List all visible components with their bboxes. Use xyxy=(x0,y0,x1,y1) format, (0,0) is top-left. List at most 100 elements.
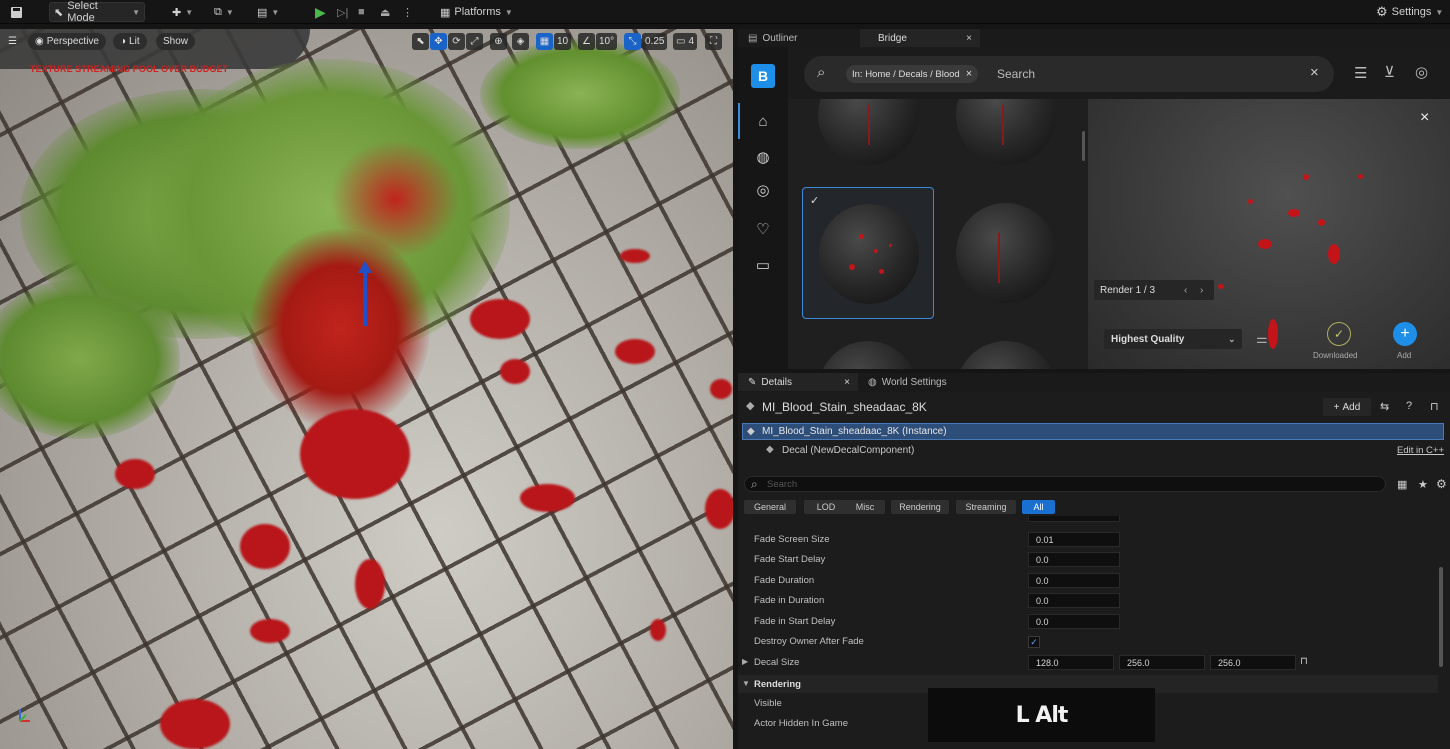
fade-screen-size-field[interactable]: 0.01 xyxy=(1028,532,1120,547)
clear-search-icon[interactable]: × xyxy=(1310,64,1319,81)
lock-icon[interactable]: ⊓ xyxy=(1430,400,1439,413)
fade-in-duration-field[interactable]: 0.0 xyxy=(1028,593,1120,608)
partial-property-field[interactable] xyxy=(1028,516,1120,522)
scale-tool-button[interactable]: ⤢ xyxy=(466,33,483,50)
add-component-button[interactable]: + Add xyxy=(1323,398,1371,416)
quality-dropdown[interactable]: Highest Quality ⌄ xyxy=(1104,329,1242,349)
destroy-owner-checkbox[interactable]: ✓ xyxy=(1028,636,1040,648)
level-viewport[interactable]: ☰ ◉ Perspective ◑ Lit Show ⬉ ✥ ⟳ ⤢ ⊕ ◈ ▦… xyxy=(0,29,733,749)
filter-lod[interactable]: LOD xyxy=(804,500,848,514)
filter-icon[interactable]: ☰ xyxy=(1354,64,1367,82)
lit-icon: ◑ xyxy=(120,36,127,47)
gear-icon[interactable]: ⚙ xyxy=(1436,477,1447,491)
grid-snap-value[interactable]: 10 xyxy=(554,33,572,50)
play-options-button[interactable]: ⋮ xyxy=(398,2,417,22)
transform-gizmo[interactable] xyxy=(363,264,367,326)
chevron-right-icon[interactable]: › xyxy=(1200,285,1203,296)
perspective-label: Perspective xyxy=(46,36,99,47)
fade-in-start-delay-field[interactable]: 0.0 xyxy=(1028,614,1120,629)
close-icon[interactable]: × xyxy=(966,68,972,80)
asset-tile[interactable] xyxy=(940,187,1072,319)
asset-tile[interactable] xyxy=(802,99,934,181)
sidebar-item-browse[interactable]: ◍ xyxy=(753,147,773,167)
viewport-menu-button[interactable]: ☰ xyxy=(4,33,21,50)
filter-misc[interactable]: Misc xyxy=(845,500,885,514)
asset-tile[interactable] xyxy=(802,325,934,369)
close-icon[interactable]: × xyxy=(966,33,972,44)
details-scrollbar[interactable] xyxy=(1439,567,1443,667)
fade-duration-field[interactable]: 0.0 xyxy=(1028,573,1120,588)
decal-size-x-field[interactable]: 128.0 xyxy=(1028,655,1114,670)
close-icon[interactable]: × xyxy=(844,377,850,388)
lit-button[interactable]: ◑ Lit xyxy=(113,33,147,50)
rotation-snap-toggle[interactable]: ∠ xyxy=(578,33,595,50)
component-row[interactable]: ◆ Decal (NewDecalComponent) Edit in C++ xyxy=(742,443,1444,459)
blueprint-convert-icon[interactable]: ⇆ xyxy=(1380,400,1389,413)
surface-snap-button[interactable]: ◈ xyxy=(512,33,529,50)
star-icon[interactable]: ★ xyxy=(1418,478,1428,491)
tab-bridge-label: Bridge xyxy=(878,32,907,44)
asset-tile[interactable] xyxy=(940,325,1072,369)
sidebar-item-account[interactable]: ◎ xyxy=(753,180,773,200)
select-mode-dropdown[interactable]: ⬉ Select Mode ▼ xyxy=(49,0,145,24)
play-button[interactable]: ▶ xyxy=(311,2,330,22)
sidebar-item-local[interactable]: ▭ xyxy=(753,255,773,275)
world-local-button[interactable]: ⊕ xyxy=(490,33,507,50)
rotate-tool-button[interactable]: ⟳ xyxy=(448,33,465,50)
add-content-button[interactable]: ✚ ▼ xyxy=(168,2,197,22)
step-button[interactable]: ▷| xyxy=(333,2,352,22)
save-icon[interactable] xyxy=(6,2,27,22)
instance-row[interactable]: ◆ MI_Blood_Stain_sheadaac_8K (Instance) xyxy=(742,423,1444,440)
edit-cpp-link[interactable]: Edit in C++ xyxy=(1397,445,1444,456)
maximize-viewport-button[interactable]: ⛶ xyxy=(705,33,722,50)
tab-world-settings[interactable]: ◍ World Settings xyxy=(858,373,957,391)
fade-start-delay-field[interactable]: 0.0 xyxy=(1028,552,1120,567)
sidebar-item-home[interactable]: ⌂ xyxy=(753,111,773,131)
asset-tile[interactable] xyxy=(940,99,1072,181)
expand-arrow-icon[interactable]: ▶ xyxy=(742,657,748,666)
lock-icon[interactable]: ⊓ xyxy=(1300,656,1308,667)
tab-bridge[interactable]: Bridge × xyxy=(860,29,980,47)
search-input[interactable]: Search xyxy=(997,67,1035,81)
asset-thumbnail xyxy=(956,99,1056,165)
details-search-input[interactable]: ⌕ Search xyxy=(744,476,1386,492)
asset-tile-selected[interactable]: ✓ xyxy=(802,187,934,319)
settings-dropdown[interactable]: ⚙ Settings ▼ xyxy=(1372,2,1447,22)
eject-button[interactable]: ⏏ xyxy=(376,2,394,22)
downloaded-button[interactable]: ✓ xyxy=(1327,322,1351,346)
filter-all[interactable]: All xyxy=(1022,500,1055,514)
filter-streaming[interactable]: Streaming xyxy=(956,500,1016,514)
tab-details[interactable]: ✎ Details × xyxy=(738,373,858,391)
translate-tool-button[interactable]: ✥ xyxy=(430,33,447,50)
cinematics-button[interactable]: ▤ ▼ xyxy=(253,2,283,22)
help-icon[interactable]: ? xyxy=(1406,400,1412,412)
rotation-snap-value[interactable]: 10° xyxy=(596,33,618,50)
table-view-icon[interactable]: ▦ xyxy=(1397,478,1407,491)
decal-size-y-field[interactable]: 256.0 xyxy=(1119,655,1205,670)
add-asset-button[interactable]: + xyxy=(1393,322,1417,346)
sidebar-item-favorites[interactable]: ♡ xyxy=(753,219,773,239)
bridge-search-bar[interactable]: ⌕ In: Home / Decals / Blood × Search × xyxy=(804,56,1334,92)
perspective-button[interactable]: ◉ Perspective xyxy=(28,33,106,50)
scale-snap-value[interactable]: 0.25 xyxy=(642,33,668,50)
property-row: Fade Duration 0.0 xyxy=(738,571,1438,591)
decal-size-z-field[interactable]: 256.0 xyxy=(1210,655,1296,670)
scale-snap-toggle[interactable]: ⤡ xyxy=(624,33,641,50)
platforms-dropdown[interactable]: ▦ Platforms ▼ xyxy=(436,2,517,22)
show-button[interactable]: Show xyxy=(156,33,196,50)
search-filter-chip[interactable]: In: Home / Decals / Blood × xyxy=(846,65,979,83)
close-preview-icon[interactable]: × xyxy=(1420,109,1429,127)
stop-button[interactable]: ■ xyxy=(354,2,369,22)
filter-rendering[interactable]: Rendering xyxy=(891,500,949,514)
tab-outliner[interactable]: ▤ Outliner xyxy=(738,29,807,47)
select-tool-button[interactable]: ⬉ xyxy=(412,33,429,50)
filter-general[interactable]: General xyxy=(744,500,796,514)
grid-scrollbar[interactable] xyxy=(1082,131,1085,161)
download-icon[interactable]: ⊻ xyxy=(1384,63,1395,81)
grid-snap-toggle[interactable]: ▦ xyxy=(536,33,553,50)
sliders-icon[interactable]: ⚌ xyxy=(1256,331,1268,347)
chevron-left-icon[interactable]: ‹ xyxy=(1184,285,1187,296)
camera-speed-button[interactable]: ▭ 4 xyxy=(673,33,698,50)
blueprints-button[interactable]: ⧉ ▼ xyxy=(210,2,238,22)
account-icon[interactable]: ◎ xyxy=(1415,63,1428,81)
